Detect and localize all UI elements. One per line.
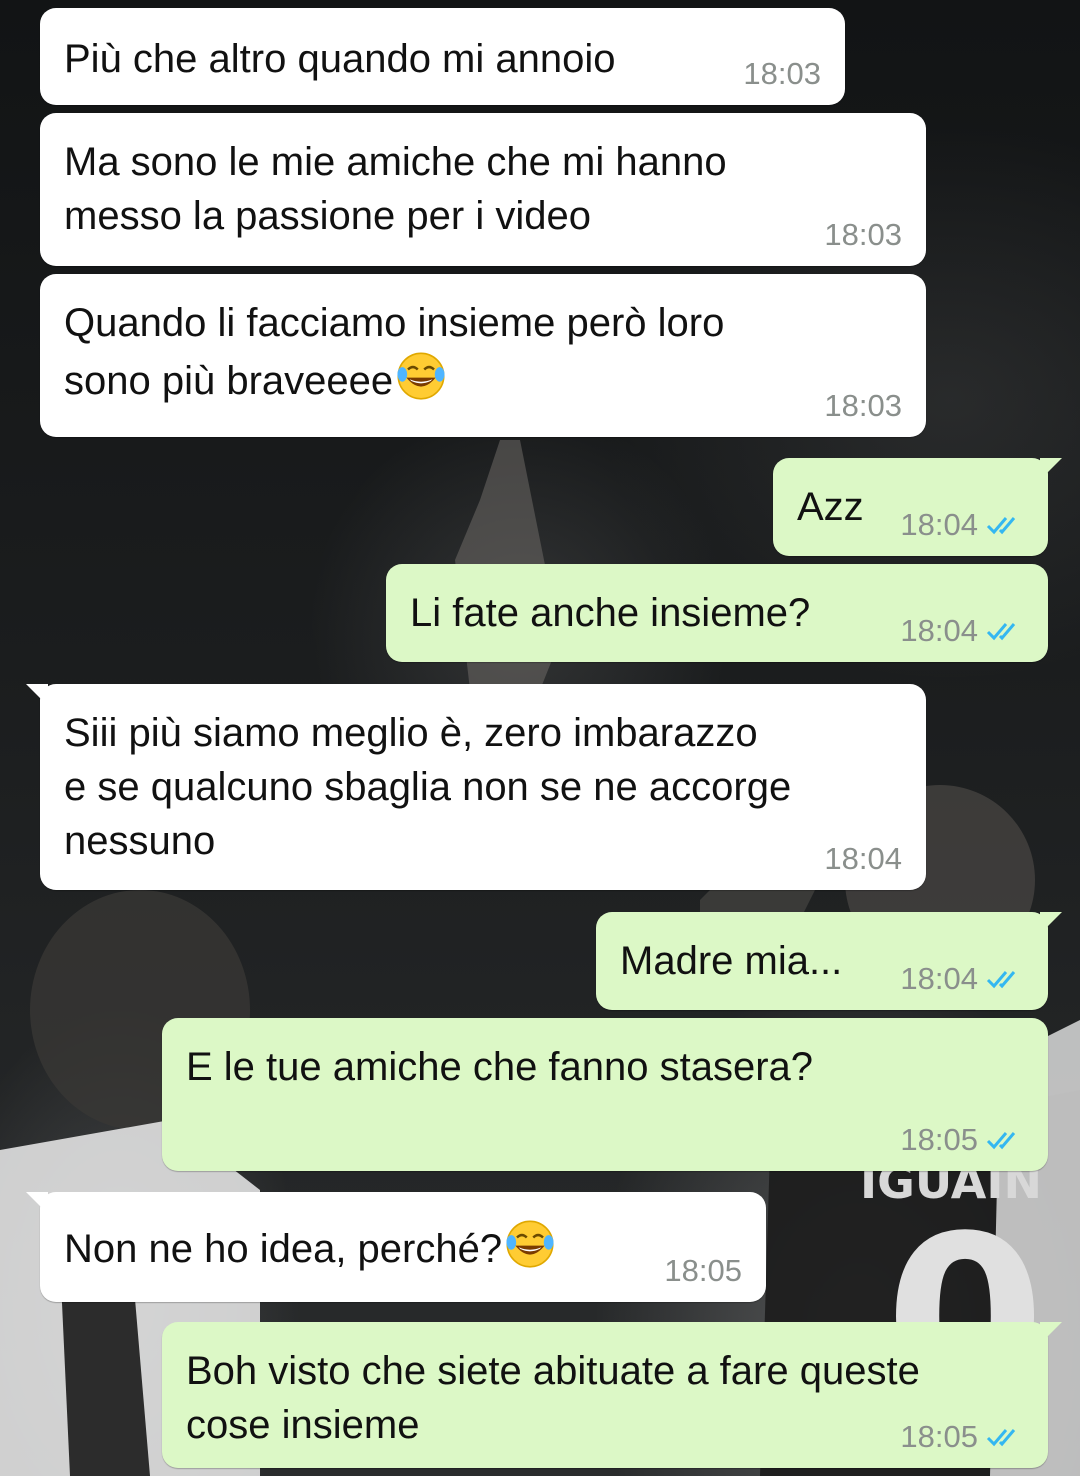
bubble-tail [26, 684, 48, 706]
message-text: E le tue amiche che fanno stasera? [186, 1045, 814, 1089]
message-meta: 18:04 [824, 842, 902, 876]
double-check-read-icon [986, 623, 1016, 641]
message-time: 18:03 [743, 56, 821, 91]
message-meta: 18:04 [900, 614, 1024, 648]
message-meta: 18:03 [743, 57, 821, 91]
message-bubble-incoming[interactable]: Più che altro quando mi annoio 18:03 [40, 8, 845, 105]
message-time: 18:03 [824, 217, 902, 252]
message-bubble-outgoing[interactable]: E le tue amiche che fanno stasera? 18:05 [162, 1018, 1048, 1171]
message-time: 18:04 [900, 961, 978, 996]
message-bubble-incoming[interactable]: Ma sono le mie amiche che mi hanno messo… [40, 113, 926, 266]
message-bubble-incoming[interactable]: Non ne ho idea, perché? 18:05 [26, 1192, 766, 1302]
message-time: 18:04 [824, 841, 902, 876]
message-text: Ma sono le mie amiche che mi hanno messo… [64, 140, 727, 238]
message-text: Madre mia... [620, 939, 843, 983]
message-text-content: Non ne ho idea, perché? [64, 1227, 503, 1271]
message-meta: 18:05 [900, 1420, 1024, 1454]
message-meta: 18:03 [824, 389, 902, 423]
double-check-read-icon [986, 1132, 1016, 1150]
message-text: Azz [797, 485, 864, 529]
message-text: Quando li facciamo insieme però loro son… [64, 296, 724, 408]
message-time: 18:04 [900, 507, 978, 542]
message-text: Li fate anche insieme? [410, 591, 811, 635]
message-bubble-outgoing[interactable]: Boh visto che siete abituate a fare ques… [162, 1322, 1062, 1468]
message-bubble-outgoing[interactable]: Madre mia... 18:04 [596, 912, 1062, 1010]
message-meta: 18:05 [664, 1254, 742, 1288]
message-bubble-outgoing[interactable]: Azz 18:04 [773, 458, 1062, 556]
message-text: Boh visto che siete abituate a fare ques… [186, 1349, 920, 1447]
message-time: 18:05 [900, 1419, 978, 1454]
double-check-read-icon [986, 1429, 1016, 1447]
message-meta: 18:04 [900, 962, 1024, 996]
double-check-read-icon [986, 971, 1016, 989]
message-meta: 18:03 [824, 218, 902, 252]
double-check-read-icon [986, 517, 1016, 535]
message-bubble-incoming[interactable]: Siii più siamo meglio è, zero imbarazzo … [26, 684, 926, 890]
tears-of-joy-emoji-icon [506, 1220, 554, 1268]
message-meta: 18:04 [900, 508, 1024, 542]
bubble-tail [1040, 912, 1062, 934]
message-time: 18:04 [900, 613, 978, 648]
message-text: Più che altro quando mi annoio [64, 37, 616, 81]
bubble-tail [1040, 1322, 1062, 1344]
tears-of-joy-emoji-icon [397, 352, 445, 400]
message-text: Non ne ho idea, perché? [64, 1218, 556, 1276]
message-meta: 18:05 [900, 1123, 1024, 1157]
message-text: Siii più siamo meglio è, zero imbarazzo … [64, 711, 792, 863]
message-time: 18:05 [900, 1122, 978, 1157]
message-time: 18:05 [664, 1253, 742, 1288]
message-bubble-incoming[interactable]: Quando li facciamo insieme però loro son… [40, 274, 926, 437]
bubble-tail [26, 1192, 48, 1214]
message-bubble-outgoing[interactable]: Li fate anche insieme? 18:04 [386, 564, 1048, 662]
bubble-tail [1040, 458, 1062, 480]
message-time: 18:03 [824, 388, 902, 423]
